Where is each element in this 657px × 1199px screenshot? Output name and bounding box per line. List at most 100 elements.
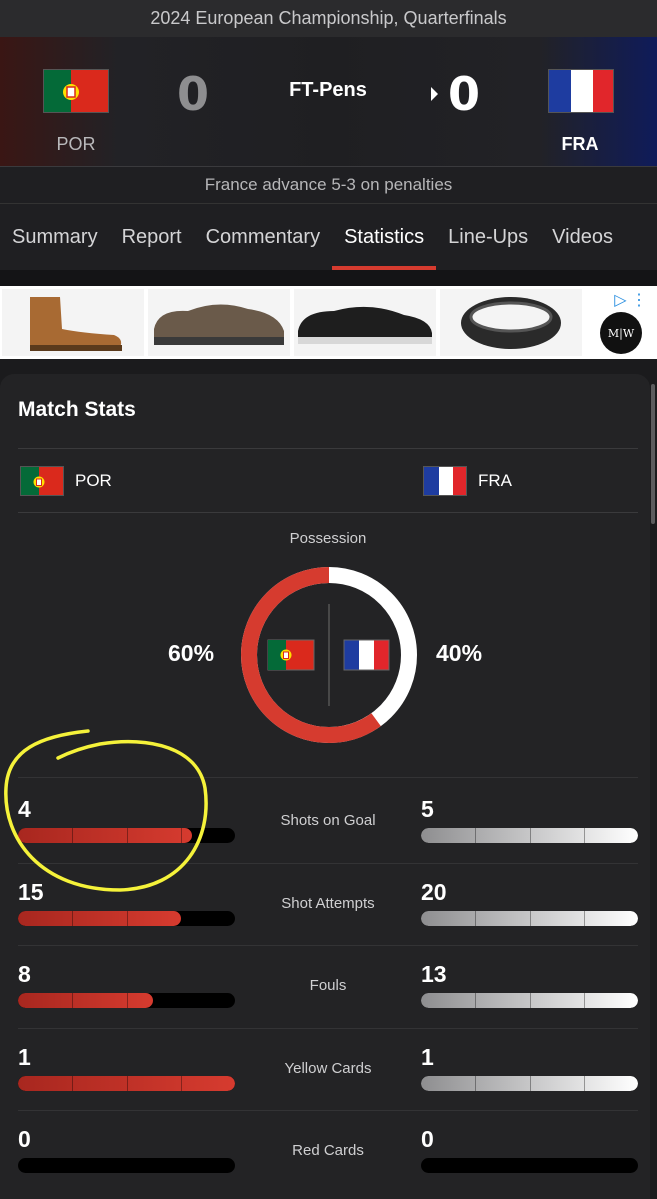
stat-row-shot-attempts: 15 Shot Attempts 20: [0, 863, 650, 945]
bar-segment-tick: [583, 910, 585, 926]
bar-segment-tick: [583, 1075, 585, 1091]
bar-segment-tick: [475, 1075, 477, 1091]
tab-summary[interactable]: Summary: [0, 204, 110, 270]
bar-segment-tick: [583, 828, 585, 843]
bar-segment-tick: [72, 993, 74, 1008]
advertisement-banner[interactable]: [0, 286, 657, 359]
winner-arrow-icon: [431, 87, 438, 101]
france-flag-icon: [343, 639, 390, 671]
bar-segment-tick: [126, 910, 128, 926]
bar-segment-tick: [529, 993, 531, 1008]
bar-segment-tick: [180, 828, 182, 843]
away-stat-bar: [421, 993, 638, 1008]
away-stat-bar: [421, 1075, 638, 1091]
france-flag-icon: [423, 466, 467, 496]
bar-segment-tick: [126, 1158, 128, 1173]
home-stat-bar: [18, 1075, 235, 1091]
stat-label: Yellow Cards: [284, 1059, 372, 1077]
portugal-flag-icon: [20, 466, 64, 496]
legend-home-label: POR: [75, 471, 112, 490]
possession-title: Possession: [289, 530, 367, 547]
bar-segment-tick: [72, 910, 74, 926]
ad-product-casual-shoe[interactable]: [148, 289, 290, 356]
stat-label: Shot Attempts: [281, 894, 375, 912]
home-stat-bar-fill: [18, 828, 192, 843]
home-stat-bar: [18, 1158, 235, 1173]
away-stat-bar: [421, 828, 638, 843]
home-stat-value: 4: [18, 796, 31, 822]
tab-videos[interactable]: Videos: [540, 204, 625, 270]
portugal-flag-icon: [267, 639, 315, 671]
bar-segment-tick: [583, 993, 585, 1008]
bar-segment-tick: [180, 1158, 182, 1173]
stat-label: Red Cards: [292, 1142, 364, 1159]
away-possession-value: 40%: [436, 640, 483, 666]
ad-product-ring[interactable]: [440, 289, 582, 356]
bar-segment-tick: [72, 1075, 74, 1091]
home-stat-bar-fill: [18, 910, 181, 926]
tab-statistics[interactable]: Statistics: [332, 204, 437, 270]
scrollbar[interactable]: [650, 374, 657, 1199]
stat-label: Shots on Goal: [280, 812, 376, 829]
home-team-code[interactable]: POR: [36, 134, 116, 155]
possession-donut-chart: [241, 567, 417, 743]
home-score: 0: [177, 67, 210, 121]
bar-segment-tick: [529, 1158, 531, 1173]
ad-product-boot[interactable]: [2, 289, 144, 356]
bar-segment-tick: [475, 993, 477, 1008]
bar-segment-tick: [126, 993, 128, 1008]
away-stat-value: 13: [421, 961, 447, 987]
away-stat-value: 0: [421, 1126, 434, 1152]
adchoices-icon[interactable]: ▷ ⋮: [614, 290, 647, 310]
portugal-flag-icon[interactable]: [43, 69, 109, 113]
bar-segment-tick: [180, 1075, 182, 1091]
bar-segment-tick: [475, 910, 477, 926]
away-stat-bar: [421, 1158, 638, 1173]
scrollbar-thumb[interactable]: [651, 384, 655, 524]
stat-row-yellow-cards: 1 Yellow Cards 1: [0, 1028, 650, 1110]
bar-segment-tick: [126, 828, 128, 843]
advertiser-logo[interactable]: M|W: [600, 312, 642, 354]
away-stat-value: 1: [421, 1043, 434, 1070]
bar-segment-tick: [72, 1158, 74, 1173]
penalty-result-note: France advance 5-3 on penalties: [0, 167, 657, 204]
away-team-code[interactable]: FRA: [540, 134, 620, 155]
match-status: FT-Pens: [289, 79, 367, 101]
bar-segment-tick: [475, 828, 477, 843]
home-stat-value: 15: [18, 878, 44, 905]
legend-away-label: FRA: [478, 471, 512, 490]
away-stat-value: 20: [421, 878, 447, 905]
home-stat-bar: [18, 910, 235, 926]
home-stat-value: 0: [18, 1126, 31, 1152]
tab-commentary[interactable]: Commentary: [194, 204, 332, 270]
bar-segment-tick: [180, 993, 182, 1008]
tab-line-ups[interactable]: Line-Ups: [436, 204, 540, 270]
divider: [18, 448, 638, 449]
away-stat-value: 5: [421, 796, 434, 822]
tab-report[interactable]: Report: [110, 204, 194, 270]
ad-product-dress-shoe[interactable]: [294, 289, 436, 356]
bar-segment-tick: [72, 828, 74, 843]
bar-segment-tick: [529, 910, 531, 926]
bar-segment-tick: [529, 828, 531, 843]
match-tabs: Summary Report Commentary Statistics Lin…: [0, 204, 657, 270]
stat-row-fouls: 8 Fouls 13: [0, 945, 650, 1027]
stat-row-shots-on-goal: 4 Shots on Goal 5: [0, 780, 650, 862]
away-score: 0: [448, 67, 481, 121]
ad-spacer: [0, 270, 657, 286]
divider: [18, 512, 638, 513]
france-flag-icon[interactable]: [548, 69, 614, 113]
divider: [18, 777, 638, 778]
home-stat-bar: [18, 993, 235, 1008]
competition-title: 2024 European Championship, Quarterfinal…: [0, 0, 657, 37]
bar-segment-tick: [180, 910, 182, 926]
bar-segment-tick: [529, 1075, 531, 1091]
stat-row-red-cards: 0 Red Cards 0: [0, 1110, 650, 1192]
home-stat-value: 1: [18, 1043, 31, 1070]
away-stat-bar: [421, 910, 638, 926]
home-possession-value: 60%: [168, 640, 215, 666]
scoreboard: POR 0 FT-Pens 0 FRA: [0, 37, 657, 167]
home-stat-bar: [18, 828, 235, 843]
home-stat-bar-fill: [18, 993, 153, 1008]
bar-segment-tick: [475, 1158, 477, 1173]
